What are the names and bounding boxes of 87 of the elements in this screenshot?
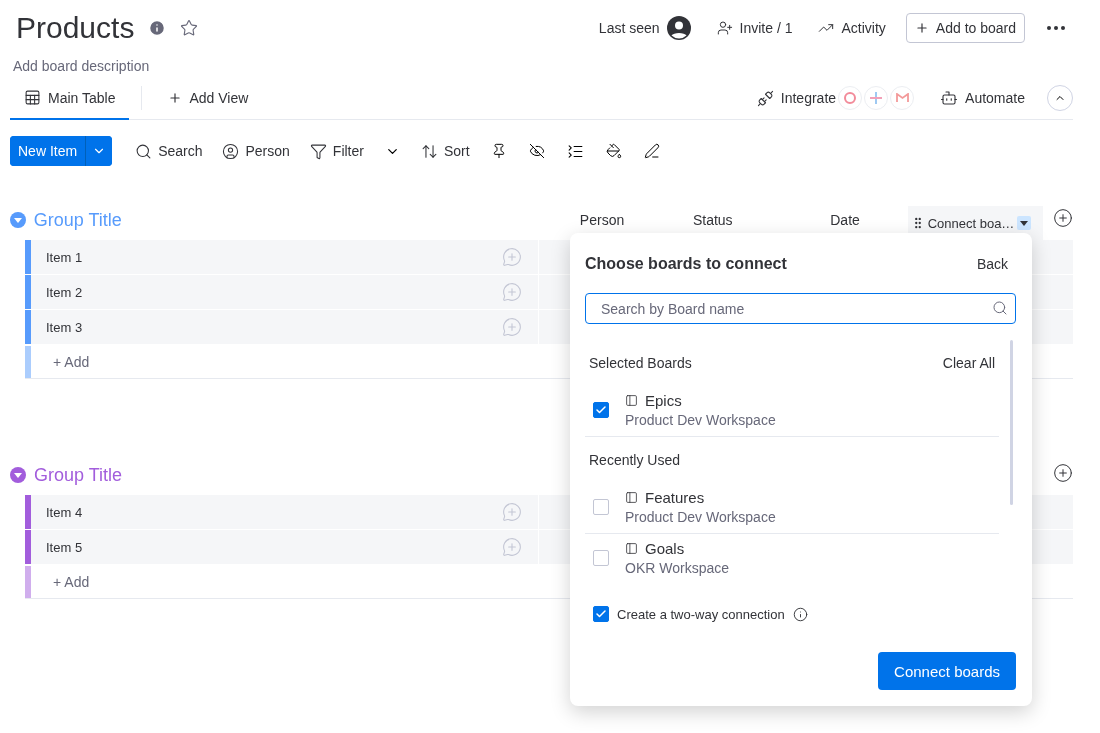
board-name: Epics [645,392,682,409]
table-icon [24,89,41,106]
automate-button[interactable]: Automate [934,85,1031,111]
column-header: Status [691,212,734,228]
item-cell[interactable]: Item 4 [31,495,538,529]
filter-button[interactable]: Filter [302,138,371,164]
add-to-board-button[interactable]: Add to board [905,12,1025,43]
workspace-name: OKR Workspace [625,560,729,576]
board-search-field[interactable]: Search by Board name [585,293,1016,324]
pen-icon [643,143,660,159]
clear-all-button[interactable]: Clear All [942,355,995,371]
item-name: Item 4 [46,504,83,520]
paint-bucket-icon [605,143,622,159]
group-title[interactable]: Group Title [34,464,566,486]
search-icon [135,142,153,160]
group-toggle[interactable] [10,467,26,483]
board-name: Features [645,489,705,506]
add-column-icon[interactable] [1053,463,1073,483]
caret-icon [14,472,22,478]
new-item-button[interactable]: New Item [10,136,87,166]
check-icon [595,404,607,416]
item-cell[interactable]: Item 2 [31,275,538,309]
activity-button[interactable]: Activity [812,15,892,40]
item-name: Item 1 [46,249,83,265]
check-icon [595,608,607,620]
checkbox[interactable] [593,606,609,622]
board-name: Goals [645,540,685,557]
plus-icon [168,90,183,105]
checkbox[interactable] [593,499,609,515]
item-name: Item 2 [46,284,83,300]
search-icon [992,300,1008,316]
add-item-button[interactable]: + Add [31,346,90,378]
item-cell[interactable]: Item 1 [31,240,538,274]
star-icon[interactable] [180,18,199,37]
add-column-icon[interactable] [1053,208,1073,228]
integrate-button[interactable]: Integrate [750,85,843,111]
board-option[interactable]: Goals OKR Workspace [585,534,999,584]
caret-icon [1020,220,1029,226]
checkbox-label: Create a two-way connection [617,606,785,622]
item-cell[interactable]: Item 5 [31,530,538,564]
item-name: Item 5 [46,539,83,555]
section-heading: Recently Used [589,452,681,468]
item-cell[interactable]: Item 3 [31,310,538,344]
person-icon [222,142,240,160]
board-icon [625,491,638,504]
group-color-bar [25,346,31,378]
plug-icon [756,89,774,107]
section-heading: Selected Boards [589,355,692,371]
add-item-button[interactable]: + Add [31,566,90,598]
checkbox[interactable] [593,550,609,566]
sort-icon [420,142,438,160]
last-seen-button[interactable]: Last seen [592,11,697,44]
board-title: Products [16,10,135,45]
back-button[interactable]: Back [976,256,1008,272]
board-description[interactable]: Add board description [10,55,1073,77]
item-name: Item 3 [46,319,83,335]
filter-icon [309,142,327,160]
person-button[interactable]: Person [215,138,297,164]
robot-icon [940,89,959,107]
view-tab[interactable]: Main Table [10,77,130,120]
person-plus-icon [716,19,733,36]
popup-title: Choose boards to connect [585,255,787,273]
board-icon [625,394,638,407]
row-height-icon [566,142,584,160]
column-header: Person [578,212,626,228]
board-icon [625,542,638,555]
plus-icon [914,20,929,35]
add-view-button[interactable]: Add View [154,77,263,120]
search-button[interactable]: Search [128,138,210,164]
board-option[interactable]: Features Product Dev Workspace [585,483,999,534]
workspace-name: Product Dev Workspace [625,412,776,428]
eye-off-icon [528,143,545,159]
column-header: Date [829,212,861,228]
checkbox[interactable] [593,402,609,418]
board-option[interactable]: Epics Product Dev Workspace [585,386,999,437]
column-title: Connect boa… [927,215,1015,231]
workspace-name: Product Dev Workspace [625,509,776,525]
group-color-bar [25,566,31,598]
info-icon[interactable] [792,606,808,622]
connect-boards-button[interactable]: Connect boards [878,652,1016,690]
column-menu-button[interactable] [1017,216,1032,230]
caret-icon [13,217,22,223]
group-toggle[interactable] [10,212,26,228]
sort-button[interactable]: Sort [413,138,477,164]
invite-button[interactable]: Invite / 1 [710,15,799,40]
avatar-icon [666,15,691,40]
more-icon [1047,25,1065,30]
